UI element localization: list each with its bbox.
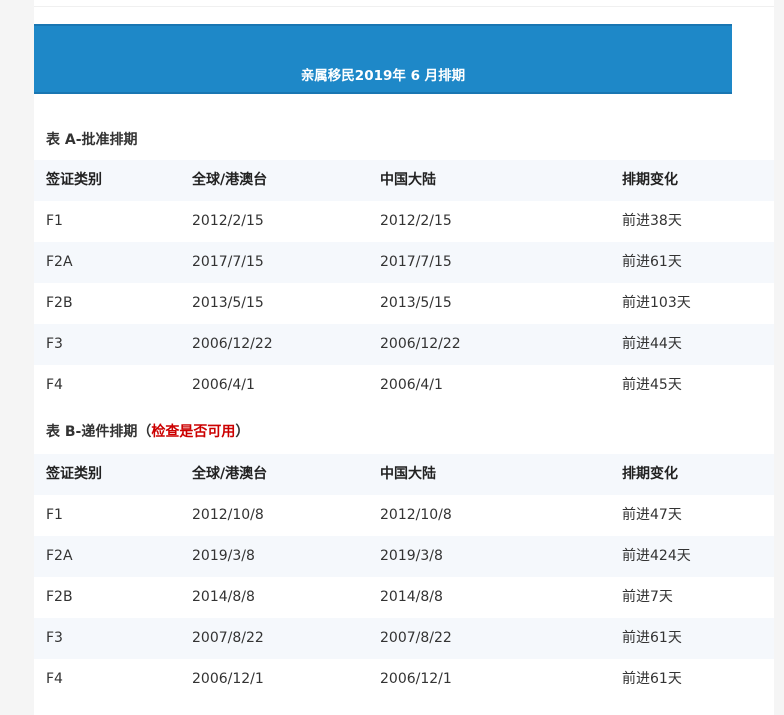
- change-cell: 前进47天: [622, 507, 682, 523]
- visa-category-cell: F2A: [46, 254, 73, 270]
- content-page: 亲属移民2019年 6 月排期 表 A-批准排期 签证类别 全球/港澳台 中国大…: [34, 0, 774, 715]
- visa-category-cell: F2B: [46, 295, 73, 311]
- china-date-cell: 2014/8/8: [380, 589, 443, 605]
- change-cell: 前进61天: [622, 671, 682, 687]
- global-date-cell: 2006/12/22: [192, 336, 273, 352]
- china-date-cell: 2006/12/1: [380, 671, 452, 687]
- china-date-cell: 2006/12/22: [380, 336, 461, 352]
- change-cell: 前进45天: [622, 377, 682, 393]
- table-row: F2A 2017/7/15 2017/7/15 前进61天: [34, 242, 774, 283]
- global-date-cell: 2012/2/15: [192, 213, 264, 229]
- global-date-cell: 2013/5/15: [192, 295, 264, 311]
- header-mainland-china: 中国大陆: [380, 172, 436, 188]
- header-mainland-china: 中国大陆: [380, 466, 436, 482]
- china-date-cell: 2007/8/22: [380, 630, 452, 646]
- header-change: 排期变化: [622, 466, 678, 482]
- china-date-cell: 2017/7/15: [380, 254, 452, 270]
- visa-category-cell: F3: [46, 336, 63, 352]
- table-b: 签证类别 全球/港澳台 中国大陆 排期变化 F1 2012/10/8 2012/…: [34, 454, 774, 700]
- table-header-row: 签证类别 全球/港澳台 中国大陆 排期变化: [34, 160, 774, 201]
- table-row: F3 2007/8/22 2007/8/22 前进61天: [34, 618, 774, 659]
- china-date-cell: 2012/10/8: [380, 507, 452, 523]
- table-b-title-prefix: 表 B-递件排期（: [46, 424, 152, 440]
- visa-category-cell: F3: [46, 630, 63, 646]
- visa-category-cell: F4: [46, 671, 63, 687]
- table-row: F1 2012/10/8 2012/10/8 前进47天: [34, 495, 774, 536]
- header-global: 全球/港澳台: [192, 172, 268, 188]
- table-b-title-suffix: ）: [235, 424, 250, 440]
- visa-category-cell: F1: [46, 213, 63, 229]
- header-visa-category: 签证类别: [46, 172, 102, 188]
- table-row: F4 2006/4/1 2006/4/1 前进45天: [34, 365, 774, 406]
- table-a-title: 表 A-批准排期: [46, 132, 138, 148]
- china-date-cell: 2019/3/8: [380, 548, 443, 564]
- header-global: 全球/港澳台: [192, 466, 268, 482]
- global-date-cell: 2007/8/22: [192, 630, 264, 646]
- top-divider: [34, 0, 774, 7]
- change-cell: 前进44天: [622, 336, 682, 352]
- table-row: F1 2012/2/15 2012/2/15 前进38天: [34, 201, 774, 242]
- china-date-cell: 2013/5/15: [380, 295, 452, 311]
- table-row: F4 2006/12/1 2006/12/1 前进61天: [34, 659, 774, 700]
- global-date-cell: 2017/7/15: [192, 254, 264, 270]
- table-header-row: 签证类别 全球/港澳台 中国大陆 排期变化: [34, 454, 774, 495]
- table-a: 签证类别 全球/港澳台 中国大陆 排期变化 F1 2012/2/15 2012/…: [34, 160, 774, 406]
- table-row: F3 2006/12/22 2006/12/22 前进44天: [34, 324, 774, 365]
- global-date-cell: 2006/12/1: [192, 671, 264, 687]
- global-date-cell: 2014/8/8: [192, 589, 255, 605]
- change-cell: 前进38天: [622, 213, 682, 229]
- global-date-cell: 2006/4/1: [192, 377, 255, 393]
- table-b-title: 表 B-递件排期（检查是否可用）: [46, 421, 249, 441]
- header-visa-category: 签证类别: [46, 466, 102, 482]
- change-cell: 前进7天: [622, 589, 673, 605]
- change-cell: 前进103天: [622, 295, 691, 311]
- change-cell: 前进61天: [622, 254, 682, 270]
- table-row: F2A 2019/3/8 2019/3/8 前进424天: [34, 536, 774, 577]
- table-row: F2B 2014/8/8 2014/8/8 前进7天: [34, 577, 774, 618]
- visa-category-cell: F2A: [46, 548, 73, 564]
- check-availability-link[interactable]: 检查是否可用: [151, 424, 235, 440]
- table-row: F2B 2013/5/15 2013/5/15 前进103天: [34, 283, 774, 324]
- china-date-cell: 2006/4/1: [380, 377, 443, 393]
- global-date-cell: 2012/10/8: [192, 507, 264, 523]
- header-change: 排期变化: [622, 172, 678, 188]
- visa-category-cell: F2B: [46, 589, 73, 605]
- china-date-cell: 2012/2/15: [380, 213, 452, 229]
- change-cell: 前进424天: [622, 548, 691, 564]
- global-date-cell: 2019/3/8: [192, 548, 255, 564]
- change-cell: 前进61天: [622, 630, 682, 646]
- visa-category-cell: F1: [46, 507, 63, 523]
- banner-title: 亲属移民2019年 6 月排期: [300, 68, 466, 84]
- title-banner: 亲属移民2019年 6 月排期: [34, 24, 732, 94]
- visa-category-cell: F4: [46, 377, 63, 393]
